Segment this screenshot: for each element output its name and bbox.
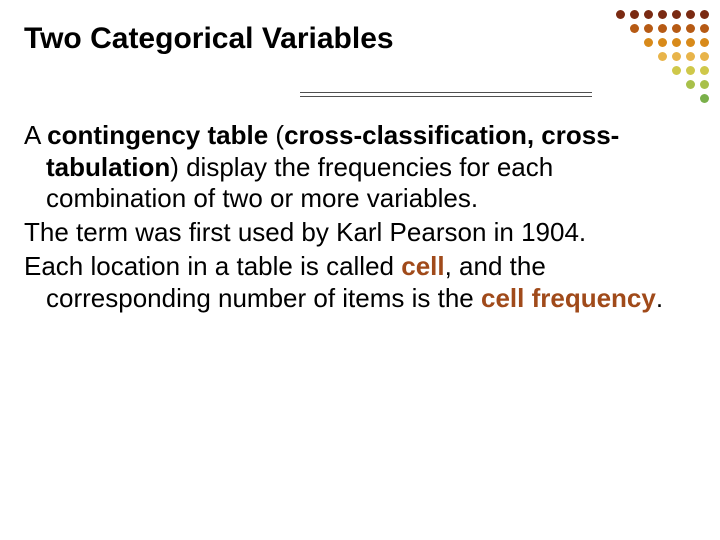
- decor-dot: [644, 24, 653, 33]
- slide-title: Two Categorical Variables: [24, 22, 394, 57]
- decor-dot: [658, 52, 667, 61]
- decor-dot: [672, 66, 681, 75]
- paragraph-3: Each location in a table is called cell,…: [24, 251, 676, 314]
- decor-dot: [644, 10, 653, 19]
- decor-dot: [700, 94, 709, 103]
- title-underline: [300, 92, 592, 100]
- decor-dot: [686, 38, 695, 47]
- decor-dot: [700, 24, 709, 33]
- slide-body: A contingency table (cross-classificatio…: [24, 120, 676, 316]
- corner-dot-pattern: [614, 8, 710, 104]
- decor-dot: [700, 10, 709, 19]
- paragraph-2: The term was first used by Karl Pearson …: [24, 217, 676, 249]
- decor-dot: [686, 52, 695, 61]
- p3-lead: Each location in a table is called: [24, 251, 401, 281]
- p3-term-cell: cell: [401, 251, 444, 281]
- decor-dot: [644, 38, 653, 47]
- decor-dot: [700, 66, 709, 75]
- decor-dot: [672, 38, 681, 47]
- decor-dot: [700, 80, 709, 89]
- decor-dot: [630, 10, 639, 19]
- decor-dot: [630, 24, 639, 33]
- decor-dot: [686, 10, 695, 19]
- decor-dot: [616, 10, 625, 19]
- decor-dot: [686, 24, 695, 33]
- decor-dot: [700, 38, 709, 47]
- p1-mid1: (: [268, 120, 284, 150]
- underline-bottom: [300, 96, 592, 97]
- decor-dot: [672, 24, 681, 33]
- decor-dot: [686, 66, 695, 75]
- decor-dot: [658, 24, 667, 33]
- decor-dot: [672, 10, 681, 19]
- p3-tail: .: [656, 283, 663, 313]
- decor-dot: [658, 38, 667, 47]
- paragraph-1: A contingency table (cross-classificatio…: [24, 120, 676, 215]
- decor-dot: [686, 80, 695, 89]
- p1-lead: A: [24, 120, 47, 150]
- slide: Two Categorical Variables A contingency …: [0, 0, 720, 540]
- p3-term-cell-frequency: cell frequency: [481, 283, 656, 313]
- p1-term-contingency-table: contingency table: [47, 120, 268, 150]
- underline-top: [300, 92, 592, 93]
- decor-dot: [672, 52, 681, 61]
- decor-dot: [700, 52, 709, 61]
- decor-dot: [658, 10, 667, 19]
